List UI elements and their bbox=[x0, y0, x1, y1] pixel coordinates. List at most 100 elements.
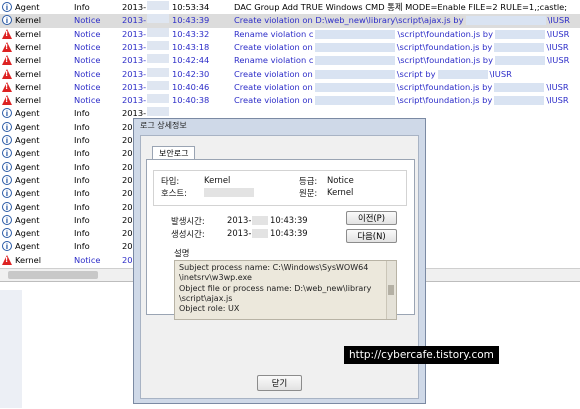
description-box[interactable]: Subject process name: C:\Windows\SysWOW6… bbox=[174, 260, 397, 320]
info-circle-icon: i bbox=[2, 214, 12, 225]
redacted-path bbox=[465, 16, 546, 26]
log-level: Notice bbox=[74, 81, 101, 92]
log-time: 10:40:46 bbox=[172, 81, 210, 92]
log-level: Info bbox=[74, 174, 90, 185]
log-source: Agent bbox=[15, 2, 40, 12]
log-source: Kernel bbox=[15, 254, 42, 265]
log-source: Kernel bbox=[15, 68, 42, 79]
log-level: Notice bbox=[74, 95, 101, 106]
log-level: Info bbox=[74, 188, 90, 199]
redacted-user bbox=[494, 96, 545, 106]
redacted-user bbox=[495, 29, 545, 39]
close-button[interactable]: 닫기 bbox=[257, 375, 302, 391]
info-circle-icon: i bbox=[2, 201, 12, 212]
create-date: 2013- bbox=[227, 228, 252, 238]
info-icon: i bbox=[2, 214, 13, 226]
log-level: Info bbox=[74, 2, 90, 12]
watermark-text: http://cybercafe.tistory.com bbox=[344, 346, 499, 364]
log-source: Agent bbox=[15, 121, 40, 132]
log-description-text: Rename violation c bbox=[234, 55, 314, 66]
log-level: Info bbox=[74, 135, 90, 145]
log-date: 2013- bbox=[122, 55, 147, 66]
next-button[interactable]: 다음(N) bbox=[346, 229, 397, 243]
log-row[interactable]: i Kernel Notice 2013- 10:43:39 Create violati… bbox=[0, 14, 580, 28]
log-level: Notice bbox=[74, 41, 101, 52]
log-row[interactable]: Kernel Notice 2013- 10:43:32 Rename violatio… bbox=[0, 27, 580, 41]
log-level: Notice bbox=[74, 55, 101, 66]
log-description-user: \IUSR bbox=[546, 81, 569, 92]
warning-icon bbox=[2, 55, 13, 66]
scrollbar-thumb[interactable] bbox=[8, 271, 98, 279]
description-scrollbar[interactable] bbox=[386, 261, 396, 319]
info-icon: i bbox=[2, 241, 13, 252]
log-description: Rename violation c \script\foundation.js … bbox=[234, 28, 569, 41]
log-description-user: \IUSR bbox=[547, 28, 570, 39]
info-icon: i bbox=[2, 2, 13, 13]
warning-icon bbox=[2, 68, 13, 80]
log-description-tail: \script\foundation.js by bbox=[396, 81, 493, 92]
create-time: 10:43:39 bbox=[270, 228, 308, 238]
log-description-tail: \script\foundation.js by bbox=[396, 41, 493, 52]
create-date-redacted bbox=[252, 228, 268, 238]
warning-icon bbox=[2, 28, 13, 40]
info-icon: i bbox=[2, 135, 13, 146]
log-row[interactable]: i Agent Info 2013- 10:53:34 DAC Group Add TRU… bbox=[0, 1, 580, 14]
log-description: Create violation on D:\web_new\library\s… bbox=[234, 14, 570, 27]
info-icon: i bbox=[2, 188, 13, 199]
log-level: Info bbox=[74, 161, 90, 172]
warning-triangle-icon bbox=[2, 55, 12, 66]
log-date: 2013- bbox=[122, 68, 147, 79]
log-row[interactable]: Kernel Notice 2013- 10:43:18 Create violatio… bbox=[0, 40, 580, 54]
log-time: 10:43:39 bbox=[172, 15, 210, 26]
info-circle-icon: i bbox=[2, 135, 12, 145]
log-source: Agent bbox=[15, 201, 40, 212]
warning-triangle-icon bbox=[2, 81, 12, 92]
log-time: 10:43:18 bbox=[172, 41, 210, 52]
log-description: Rename violation c \script\foundation.js … bbox=[234, 54, 569, 67]
log-level: Notice bbox=[74, 15, 101, 26]
prev-button[interactable]: 이전(P) bbox=[346, 211, 397, 225]
occur-time: 10:43:39 bbox=[270, 215, 308, 225]
warning-triangle-icon bbox=[2, 28, 12, 39]
info-icon: i bbox=[2, 121, 13, 133]
log-row[interactable]: Kernel Notice 2013- 10:42:44 Rename violatio… bbox=[0, 54, 580, 67]
log-level: Info bbox=[74, 148, 90, 159]
log-source: Kernel bbox=[15, 55, 42, 66]
occur-date-redacted bbox=[252, 215, 268, 225]
log-source: Kernel bbox=[15, 95, 42, 106]
info-icon: i bbox=[2, 161, 13, 173]
host-label: 호스트: bbox=[161, 188, 187, 198]
log-row[interactable]: Kernel Notice 2013- 10:40:38 Create violatio… bbox=[0, 94, 580, 107]
redacted-user bbox=[495, 56, 545, 66]
desc-line: Object role: UX bbox=[179, 304, 240, 314]
log-source: Agent bbox=[15, 174, 40, 185]
scrollbar-thumb[interactable] bbox=[388, 285, 394, 295]
info-circle-icon: i bbox=[2, 15, 12, 26]
log-level: Notice bbox=[74, 28, 101, 39]
info-icon: i bbox=[2, 228, 13, 239]
host-value-redacted bbox=[204, 187, 254, 197]
warning-icon bbox=[2, 95, 13, 106]
warning-triangle-icon bbox=[2, 254, 12, 265]
log-time: 10:53:34 bbox=[172, 2, 210, 12]
log-time: 10:40:38 bbox=[172, 95, 210, 106]
log-date: 2013- bbox=[122, 81, 147, 92]
log-description: Create violation on \script by \IUSR bbox=[234, 68, 512, 81]
info-icon: i bbox=[2, 108, 13, 119]
redacted-path bbox=[315, 29, 396, 39]
tab-security-log[interactable]: 보안로그 bbox=[152, 146, 196, 160]
info-circle-icon: i bbox=[2, 228, 12, 239]
log-description-text: Create violation on bbox=[234, 68, 313, 79]
log-time: 10:42:44 bbox=[172, 55, 210, 66]
log-row[interactable]: Kernel Notice 2013- 10:42:30 Create violatio… bbox=[0, 67, 580, 81]
occur-time-label: 발생시간: bbox=[171, 216, 205, 226]
log-description-tail: \script by bbox=[396, 68, 436, 79]
redacted-path bbox=[314, 96, 395, 106]
info-circle-icon: i bbox=[2, 121, 12, 132]
log-source: Kernel bbox=[15, 15, 42, 26]
redacted-path bbox=[315, 56, 396, 66]
log-row[interactable]: Kernel Notice 2013- 10:40:46 Create violatio… bbox=[0, 80, 580, 94]
log-description-text: Create violation on bbox=[234, 41, 313, 52]
log-source: Agent bbox=[15, 228, 40, 239]
log-date: 2013- bbox=[122, 41, 147, 52]
